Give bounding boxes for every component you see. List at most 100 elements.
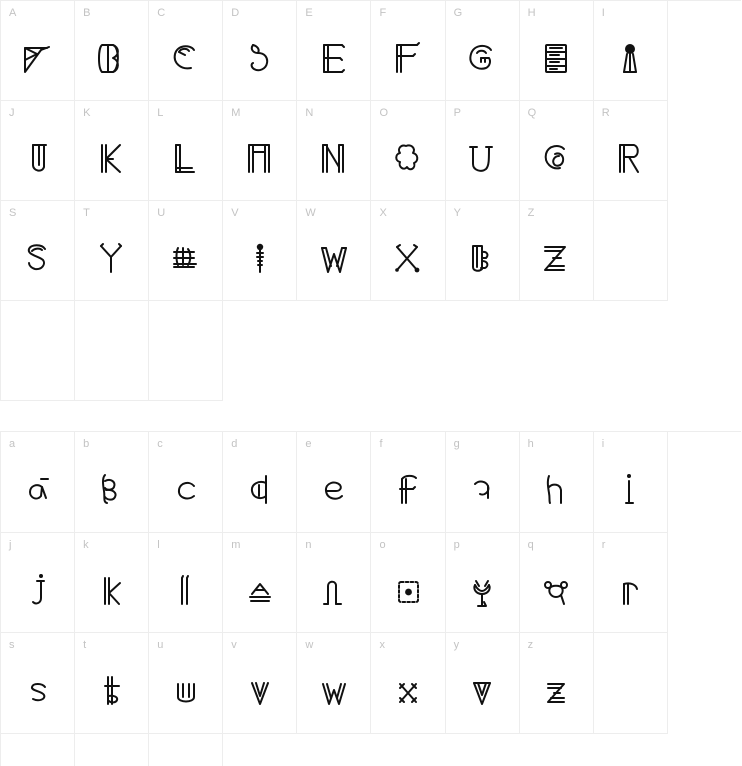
glyph-preview-G: [446, 25, 519, 89]
glyph-cell[interactable]: F: [371, 1, 446, 101]
glyph-cell[interactable]: O: [371, 101, 446, 201]
glyph-cell[interactable]: Y: [445, 201, 520, 301]
glyph-cell[interactable]: E: [297, 1, 372, 101]
glyph-cell[interactable]: M: [223, 101, 298, 201]
glyph-preview-Y: [446, 225, 519, 289]
glyph-preview-Q: [520, 125, 593, 189]
glyph-cell[interactable]: p: [445, 532, 520, 633]
glyph-cell[interactable]: H: [519, 1, 594, 101]
glyph-cell-label: h: [527, 438, 534, 450]
glyph-cell-label: V: [231, 207, 239, 219]
glyph-cell[interactable]: f: [371, 432, 446, 533]
glyph-cell[interactable]: m: [223, 532, 298, 633]
glyph-cell[interactable]: J: [1, 101, 76, 201]
glyph-cell-label: U: [157, 207, 166, 219]
glyph-cell[interactable]: I: [593, 1, 668, 101]
glyph-cell-empty: [149, 301, 224, 401]
glyph-cell[interactable]: W: [297, 201, 372, 301]
glyph-cell-label: Q: [527, 107, 537, 119]
glyph-cell-empty: [593, 201, 668, 301]
glyph-cell[interactable]: V: [223, 201, 298, 301]
glyph-cell[interactable]: u: [149, 633, 224, 734]
glyph-cell-label: N: [305, 107, 314, 119]
glyph-cell-label: n: [305, 538, 312, 551]
glyph-cell[interactable]: w: [297, 633, 372, 734]
glyph-cell[interactable]: h: [519, 432, 594, 533]
glyph-cell-label: L: [157, 107, 164, 119]
glyph-cell-label: z: [527, 639, 534, 651]
glyph-cell[interactable]: A: [1, 1, 76, 101]
glyph-cell[interactable]: t: [75, 633, 150, 734]
glyph-cell-label: u: [157, 639, 164, 651]
glyph-cell[interactable]: N: [297, 101, 372, 201]
glyph-cell[interactable]: b: [75, 432, 150, 533]
glyph-cell[interactable]: r: [593, 532, 668, 633]
glyph-cell-label: r: [601, 538, 606, 551]
glyph-cell[interactable]: l: [149, 532, 224, 633]
glyph-cell[interactable]: k: [75, 532, 150, 633]
glyph-preview-O: [371, 125, 444, 189]
glyph-cell[interactable]: T: [75, 201, 150, 301]
glyph-cell[interactable]: D: [223, 1, 298, 101]
glyph-cell[interactable]: B: [75, 1, 150, 101]
glyph-cell[interactable]: d: [223, 432, 298, 533]
glyph-preview-i: [594, 456, 667, 520]
glyph-cell[interactable]: Z: [519, 201, 594, 301]
glyph-cell[interactable]: x: [371, 633, 446, 734]
glyph-cell[interactable]: y: [445, 633, 520, 734]
glyph-preview-V: [223, 225, 296, 289]
charmap-section-uppercase: A B C D E F G H I J K L M N O P Q R S T U V W X Y Z: [0, 0, 741, 401]
glyph-cell[interactable]: C: [149, 1, 224, 101]
glyph-preview-e: [297, 456, 370, 520]
glyph-cell-label: S: [9, 207, 17, 219]
glyph-cell-label: J: [9, 107, 15, 119]
glyph-preview-j: [1, 557, 74, 621]
glyph-cell[interactable]: g: [445, 432, 520, 533]
glyph-cell[interactable]: X: [371, 201, 446, 301]
glyph-preview-t: [75, 657, 148, 721]
glyph-cell[interactable]: c: [149, 432, 224, 533]
glyph-cell-label: H: [527, 7, 536, 19]
glyph-cell-label: q: [527, 538, 534, 551]
glyph-cell[interactable]: G: [445, 1, 520, 101]
glyph-cell-label: D: [231, 7, 240, 19]
glyph-preview-y: [446, 657, 519, 721]
glyph-cell[interactable]: z: [519, 633, 594, 734]
glyph-cell-empty: [1, 301, 76, 401]
glyph-cell[interactable]: S: [1, 201, 76, 301]
glyph-cell[interactable]: P: [445, 101, 520, 201]
glyph-cell[interactable]: L: [149, 101, 224, 201]
glyph-cell-label: a: [9, 438, 16, 450]
glyph-cell[interactable]: q: [519, 532, 594, 633]
glyph-preview-o: [371, 557, 444, 621]
glyph-cell[interactable]: R: [593, 101, 668, 201]
glyph-preview-I: [594, 25, 667, 89]
glyph-cell-label: p: [453, 538, 460, 551]
glyph-cell[interactable]: n: [297, 532, 372, 633]
glyph-cell-label: s: [9, 639, 15, 651]
glyph-cell[interactable]: j: [1, 532, 76, 633]
glyph-cell-label: Z: [527, 207, 535, 219]
glyph-preview-R: [594, 125, 667, 189]
glyph-cell-label: b: [83, 438, 90, 450]
glyph-cell-label: W: [305, 207, 316, 219]
glyph-cell[interactable]: Q: [519, 101, 594, 201]
glyph-cell[interactable]: a: [1, 432, 76, 533]
glyph-preview-N: [297, 125, 370, 189]
glyph-cell[interactable]: o: [371, 532, 446, 633]
glyph-preview-A: [1, 25, 74, 89]
glyph-preview-X: [371, 225, 444, 289]
glyph-cell[interactable]: U: [149, 201, 224, 301]
glyph-cell[interactable]: s: [1, 633, 76, 734]
glyph-preview-l: [149, 557, 222, 621]
glyph-cell[interactable]: K: [75, 101, 150, 201]
glyph-cell-label: x: [379, 639, 386, 651]
glyph-cell[interactable]: e: [297, 432, 372, 533]
glyph-cell-label: o: [379, 538, 386, 551]
glyph-preview-T: [75, 225, 148, 289]
glyph-cell[interactable]: v: [223, 633, 298, 734]
glyph-cell[interactable]: i: [593, 432, 668, 533]
glyph-cell-label: i: [601, 438, 605, 450]
glyph-cell-label: P: [453, 107, 462, 119]
glyph-cell-label: t: [83, 639, 87, 651]
